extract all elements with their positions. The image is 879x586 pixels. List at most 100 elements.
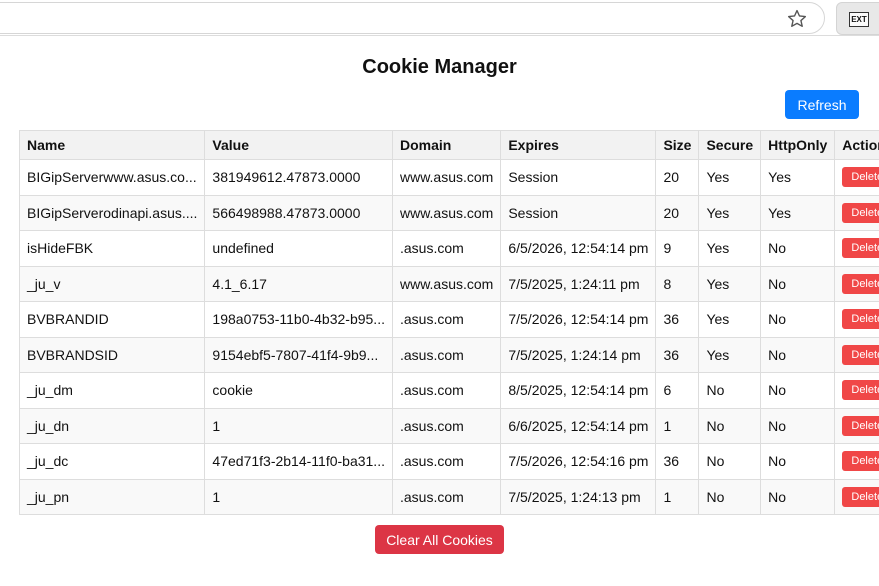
address-bar[interactable] bbox=[0, 2, 825, 34]
clear-all-cookies-button[interactable]: Clear All Cookies bbox=[375, 525, 504, 554]
cookie-expires: 7/5/2026, 12:54:16 pm bbox=[500, 443, 657, 480]
delete-button[interactable]: Delete bbox=[842, 273, 879, 294]
cookie-httponly: No bbox=[760, 478, 836, 515]
delete-button[interactable]: Delete bbox=[842, 167, 879, 188]
actions-cell: Delete bbox=[834, 194, 879, 231]
cookie-httponly: No bbox=[760, 443, 836, 480]
cookie-size: 9 bbox=[655, 230, 700, 267]
extension-button[interactable]: EXT bbox=[836, 2, 879, 35]
cookie-size: 36 bbox=[655, 301, 700, 338]
table-row: BIGipServerwww.asus.co... 381949612.4787… bbox=[18, 159, 879, 196]
delete-button[interactable]: Delete bbox=[842, 309, 879, 330]
cookie-secure: Yes bbox=[698, 336, 762, 373]
cookie-value: 1 bbox=[204, 478, 393, 515]
table-row: isHideFBK undefined .asus.com 6/5/2026, … bbox=[18, 230, 879, 267]
cookie-expires: 7/5/2025, 1:24:11 pm bbox=[500, 265, 657, 302]
delete-button[interactable]: Delete bbox=[842, 415, 879, 436]
cookie-httponly: No bbox=[760, 230, 836, 267]
cookie-domain: .asus.com bbox=[391, 301, 502, 338]
delete-button[interactable]: Delete bbox=[842, 486, 879, 507]
cookie-size: 8 bbox=[655, 265, 700, 302]
cookie-expires: 6/5/2026, 12:54:14 pm bbox=[500, 230, 657, 267]
cookie-secure: No bbox=[698, 443, 762, 480]
delete-button[interactable]: Delete bbox=[842, 238, 879, 259]
cookie-httponly: No bbox=[760, 265, 836, 302]
actions-cell: Delete bbox=[834, 372, 879, 409]
header-actions: Actions bbox=[834, 130, 879, 160]
delete-button[interactable]: Delete bbox=[842, 380, 879, 401]
cookie-size: 36 bbox=[655, 336, 700, 373]
table-header-row: Name Value Domain Expires Size Secure Ht… bbox=[18, 130, 879, 160]
cookie-httponly: Yes bbox=[760, 159, 836, 196]
cookie-value: 566498988.47873.0000 bbox=[204, 194, 393, 231]
cookie-value: undefined bbox=[204, 230, 393, 267]
cookie-value: 47ed71f3-2b14-11f0-ba31... bbox=[204, 443, 393, 480]
cookie-secure: Yes bbox=[698, 159, 762, 196]
actions-cell: Delete bbox=[834, 443, 879, 480]
cookie-value: 381949612.47873.0000 bbox=[204, 159, 393, 196]
cookie-expires: Session bbox=[500, 159, 657, 196]
cookie-secure: No bbox=[698, 478, 762, 515]
cookie-name: _ju_pn bbox=[18, 478, 206, 515]
delete-button[interactable]: Delete bbox=[842, 451, 879, 472]
actions-cell: Delete bbox=[834, 336, 879, 373]
header-httponly: HttpOnly bbox=[760, 130, 836, 160]
delete-button[interactable]: Delete bbox=[842, 202, 879, 223]
actions-cell: Delete bbox=[834, 159, 879, 196]
cookie-expires: 6/6/2025, 12:54:14 pm bbox=[500, 407, 657, 444]
star-icon[interactable] bbox=[786, 8, 808, 30]
header-value: Value bbox=[204, 130, 393, 160]
header-secure: Secure bbox=[698, 130, 762, 160]
table-row: _ju_v 4.1_6.17 www.asus.com 7/5/2025, 1:… bbox=[18, 265, 879, 302]
header-domain: Domain bbox=[391, 130, 502, 160]
table-row: _ju_dn 1 .asus.com 6/6/2025, 12:54:14 pm… bbox=[18, 407, 879, 444]
cookie-httponly: No bbox=[760, 372, 836, 409]
cookie-domain: www.asus.com bbox=[391, 159, 502, 196]
actions-cell: Delete bbox=[834, 478, 879, 515]
cookie-domain: www.asus.com bbox=[391, 194, 502, 231]
delete-button[interactable]: Delete bbox=[842, 344, 879, 365]
refresh-button[interactable]: Refresh bbox=[785, 90, 859, 119]
cookie-size: 6 bbox=[655, 372, 700, 409]
cookie-name: _ju_dn bbox=[18, 407, 206, 444]
table-row: BIGipServerodinapi.asus.... 566498988.47… bbox=[18, 194, 879, 231]
cookie-domain: .asus.com bbox=[391, 443, 502, 480]
cookie-expires: 7/5/2025, 1:24:14 pm bbox=[500, 336, 657, 373]
cookie-size: 1 bbox=[655, 407, 700, 444]
table-row: _ju_pn 1 .asus.com 7/5/2025, 1:24:13 pm … bbox=[18, 478, 879, 515]
extension-icon: EXT bbox=[849, 12, 869, 27]
actions-cell: Delete bbox=[834, 407, 879, 444]
cookie-httponly: No bbox=[760, 301, 836, 338]
cookie-domain: www.asus.com bbox=[391, 265, 502, 302]
header-expires: Expires bbox=[500, 130, 657, 160]
cookie-secure: Yes bbox=[698, 194, 762, 231]
cookie-name: BIGipServerwww.asus.co... bbox=[18, 159, 206, 196]
cookie-table: Name Value Domain Expires Size Secure Ht… bbox=[18, 130, 879, 515]
cookie-value: 198a0753-11b0-4b32-b95... bbox=[204, 301, 393, 338]
cookie-httponly: No bbox=[760, 336, 836, 373]
cookie-secure: No bbox=[698, 407, 762, 444]
cookie-name: isHideFBK bbox=[18, 230, 206, 267]
table-row: _ju_dc 47ed71f3-2b14-11f0-ba31... .asus.… bbox=[18, 443, 879, 480]
header-size: Size bbox=[655, 130, 700, 160]
cookie-secure: Yes bbox=[698, 265, 762, 302]
cookie-secure: Yes bbox=[698, 230, 762, 267]
header-name: Name bbox=[18, 130, 206, 160]
browser-toolbar: EXT bbox=[0, 0, 879, 36]
cookie-httponly: No bbox=[760, 407, 836, 444]
cookie-domain: .asus.com bbox=[391, 372, 502, 409]
cookie-name: BVBRANDSID bbox=[18, 336, 206, 373]
cookie-expires: 8/5/2025, 12:54:14 pm bbox=[500, 372, 657, 409]
cookie-name: _ju_dm bbox=[18, 372, 206, 409]
cookie-size: 20 bbox=[655, 194, 700, 231]
cookie-name: _ju_v bbox=[18, 265, 206, 302]
table-row: _ju_dm cookie .asus.com 8/5/2025, 12:54:… bbox=[18, 372, 879, 409]
cookie-value: cookie bbox=[204, 372, 393, 409]
cookie-secure: Yes bbox=[698, 301, 762, 338]
page-title: Cookie Manager bbox=[362, 56, 517, 78]
cookie-value: 1 bbox=[204, 407, 393, 444]
cookie-name: _ju_dc bbox=[18, 443, 206, 480]
cookie-value: 9154ebf5-7807-41f4-9b9... bbox=[204, 336, 393, 373]
cookie-name: BIGipServerodinapi.asus.... bbox=[18, 194, 206, 231]
cookie-expires: 7/5/2025, 1:24:13 pm bbox=[500, 478, 657, 515]
